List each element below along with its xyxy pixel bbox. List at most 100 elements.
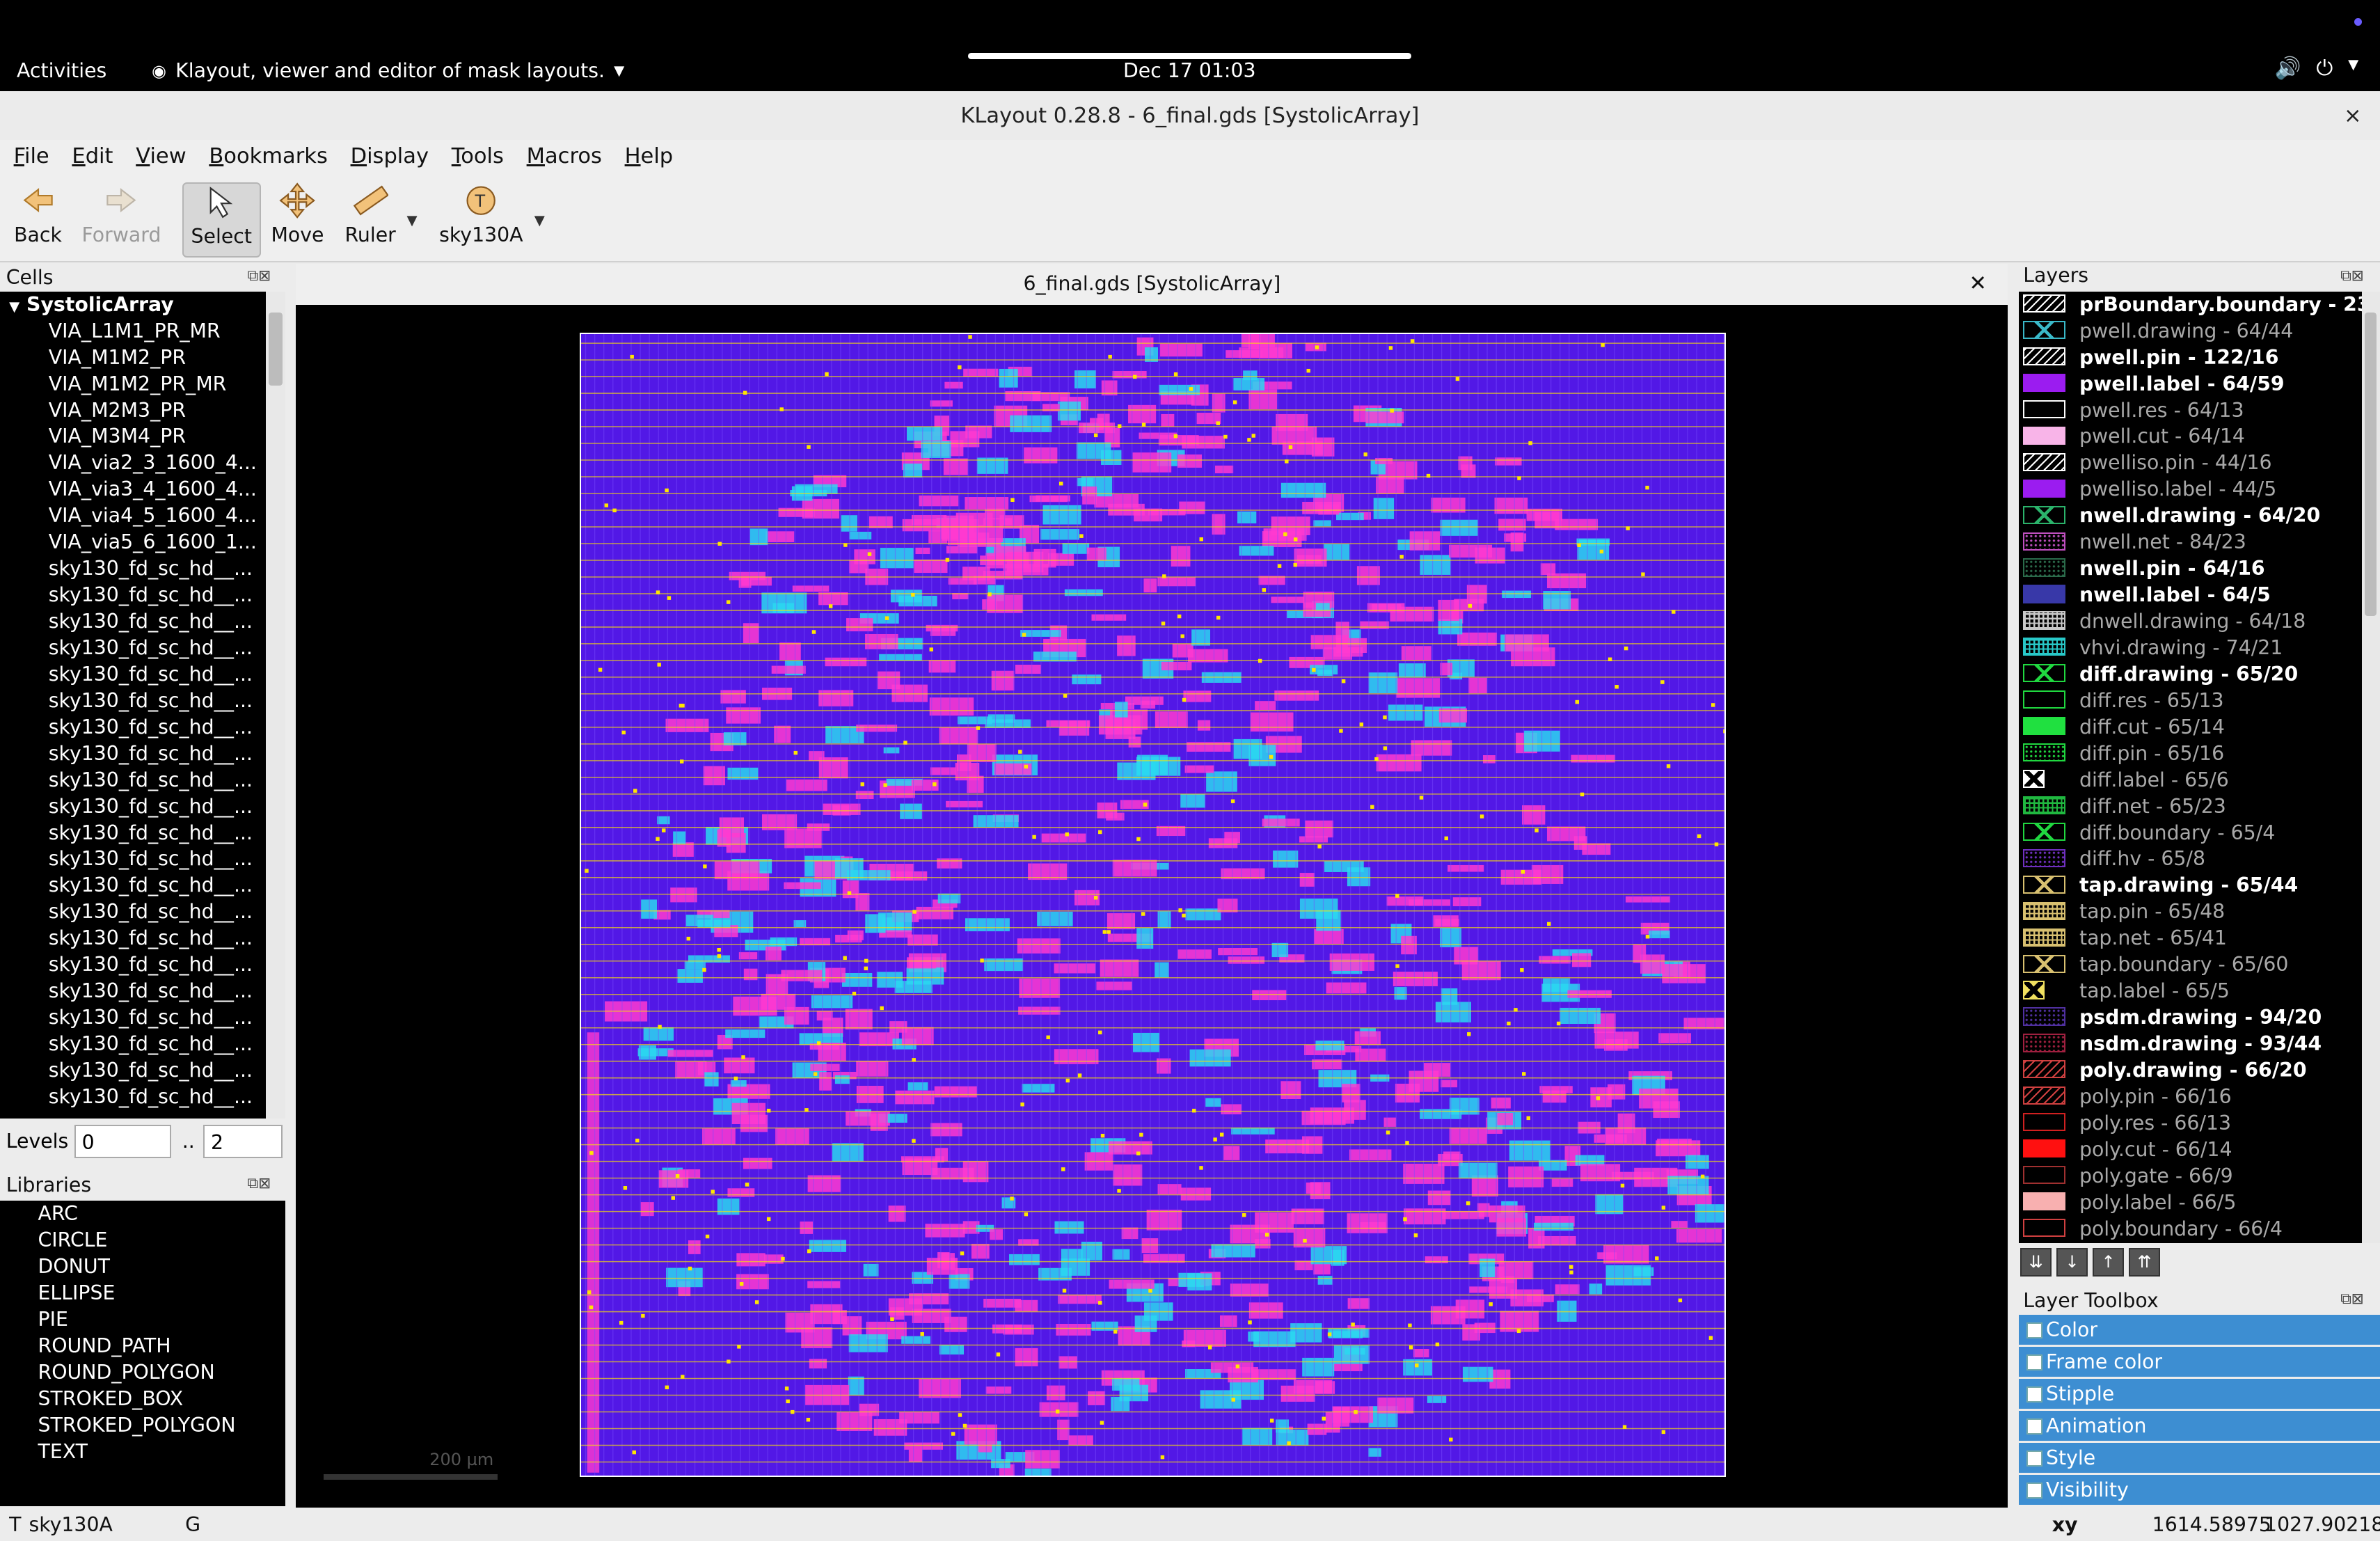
view-tab[interactable]: 6_final.gds [SystolicArray] ✕ bbox=[296, 264, 2008, 306]
back-button[interactable]: Back bbox=[9, 182, 67, 255]
library-item[interactable]: TEXT bbox=[0, 1439, 285, 1465]
layer-row[interactable]: poly.boundary - 66/4 bbox=[2019, 1216, 2380, 1242]
cell-tree-item[interactable]: sky130_fd_sc_hd__... bbox=[0, 820, 285, 846]
move-bottom-icon[interactable]: ⇊ bbox=[2020, 1247, 2052, 1277]
layers-panel-buttons[interactable]: ⧉⊠ bbox=[2340, 267, 2364, 285]
library-item[interactable]: DONUT bbox=[0, 1254, 285, 1280]
cell-tree-item[interactable]: sky130_fd_sc_hd__... bbox=[0, 767, 285, 793]
cell-tree-item[interactable]: VIA_L1M1_PR_MR bbox=[0, 318, 285, 345]
move-down-icon[interactable]: ↓ bbox=[2056, 1247, 2088, 1277]
system-menu[interactable]: 🔊 ⏻ ▼ bbox=[2274, 56, 2358, 81]
clock[interactable]: Dec 17 01:03 bbox=[1123, 59, 1256, 82]
layer-row[interactable]: diff.drawing - 65/20 bbox=[2019, 661, 2380, 688]
library-item[interactable]: ROUND_POLYGON bbox=[0, 1359, 285, 1386]
layer-row[interactable]: tap.net - 65/41 bbox=[2019, 925, 2380, 951]
cells-panel-buttons[interactable]: ⧉⊠ bbox=[248, 267, 271, 285]
layer-toolbox-section[interactable]: Animation bbox=[2018, 1410, 2380, 1441]
cell-tree-item[interactable]: sky130_fd_sc_hd__... bbox=[0, 899, 285, 925]
layer-row[interactable]: pwelliso.pin - 44/16 bbox=[2019, 450, 2380, 476]
menu-bookmarks[interactable]: Bookmarks bbox=[196, 140, 337, 176]
cell-tree-item[interactable]: sky130_fd_sc_hd__... bbox=[0, 1004, 285, 1031]
layer-row[interactable]: poly.res - 66/13 bbox=[2019, 1110, 2380, 1137]
library-item[interactable]: CIRCLE bbox=[0, 1227, 285, 1254]
cell-tree-item[interactable]: sky130_fd_sc_hd__... bbox=[0, 661, 285, 688]
layer-toolbox-buttons[interactable]: ⧉⊠ bbox=[2340, 1290, 2364, 1308]
cell-tree-item[interactable]: sky130_fd_sc_hd__... bbox=[0, 714, 285, 741]
layer-row[interactable]: pwell.cut - 64/14 bbox=[2019, 423, 2380, 450]
cell-tree-item[interactable]: sky130_fd_sc_hd__... bbox=[0, 688, 285, 714]
cell-tree-item[interactable]: VIA_via3_4_1600_4... bbox=[0, 476, 285, 503]
cell-tree-item[interactable]: VIA_via4_5_1600_4... bbox=[0, 503, 285, 529]
activities-button[interactable]: Activities bbox=[17, 59, 106, 82]
ruler-button[interactable]: Ruler bbox=[340, 182, 401, 255]
layer-row[interactable]: pwell.drawing - 64/44 bbox=[2019, 318, 2380, 345]
layer-row[interactable]: tap.label - 65/5 bbox=[2019, 978, 2380, 1004]
cell-tree-item[interactable]: sky130_fd_sc_hd__... bbox=[0, 1057, 285, 1084]
layer-row[interactable]: poly.cut - 66/14 bbox=[2019, 1137, 2380, 1163]
levels-to-input[interactable]: 2 bbox=[203, 1125, 283, 1159]
layer-row[interactable]: tap.pin - 65/48 bbox=[2019, 899, 2380, 925]
cell-tree-item[interactable]: sky130_fd_sc_hd__... bbox=[0, 608, 285, 635]
layer-row[interactable]: poly.gate - 66/9 bbox=[2019, 1163, 2380, 1190]
layer-row[interactable]: pwelliso.label - 44/5 bbox=[2019, 476, 2380, 503]
cell-tree-item[interactable]: sky130_fd_sc_hd__... bbox=[0, 793, 285, 820]
layer-row[interactable]: dnwell.drawing - 64/18 bbox=[2019, 608, 2380, 635]
layer-row[interactable]: diff.cut - 65/14 bbox=[2019, 714, 2380, 741]
library-list[interactable]: ARC CIRCLE DONUT ELLIPSE PIE ROUND_PATH ROUND_… bbox=[0, 1201, 286, 1506]
close-view-icon[interactable]: ✕ bbox=[1969, 264, 1987, 305]
cell-tree-item[interactable]: sky130_fd_sc_hd__... bbox=[0, 951, 285, 978]
cell-tree-item[interactable]: VIA_M1M2_PR bbox=[0, 345, 285, 371]
cell-tree-item[interactable]: VIA_via2_3_1600_4... bbox=[0, 450, 285, 476]
cell-tree-item[interactable]: sky130_fd_sc_hd__... bbox=[0, 1031, 285, 1057]
cell-tree-root[interactable]: ▼ SystolicArray bbox=[0, 292, 285, 318]
menu-help[interactable]: Help bbox=[611, 140, 682, 176]
move-up-icon[interactable]: ↑ bbox=[2092, 1247, 2125, 1277]
layer-row[interactable]: pwell.label - 64/59 bbox=[2019, 371, 2380, 397]
cell-tree-item[interactable]: sky130_fd_sc_hd__... bbox=[0, 872, 285, 899]
select-button[interactable]: Select bbox=[182, 182, 261, 258]
library-item[interactable]: STROKED_BOX bbox=[0, 1386, 285, 1412]
layer-toolbox-section[interactable]: Frame color bbox=[2018, 1346, 2380, 1377]
layer-row[interactable]: tap.drawing - 65/44 bbox=[2019, 872, 2380, 899]
layer-row[interactable]: diff.label - 65/6 bbox=[2019, 767, 2380, 793]
ruler-dropdown-icon[interactable]: ▼ bbox=[407, 212, 418, 228]
layer-row[interactable]: poly.drawing - 66/20 bbox=[2019, 1057, 2380, 1084]
layer-row[interactable]: nwell.drawing - 64/20 bbox=[2019, 503, 2380, 529]
layout-canvas[interactable]: 200 µm bbox=[296, 305, 2008, 1508]
menu-view[interactable]: View bbox=[122, 140, 196, 176]
layer-row[interactable]: nsdm.drawing - 93/44 bbox=[2019, 1031, 2380, 1057]
layer-row[interactable]: diff.boundary - 65/4 bbox=[2019, 820, 2380, 846]
layer-row[interactable]: tap.boundary - 65/60 bbox=[2019, 951, 2380, 978]
layer-row[interactable]: pwell.res - 64/13 bbox=[2019, 397, 2380, 424]
cell-tree-item[interactable]: sky130_fd_sc_hd__... bbox=[0, 635, 285, 661]
cell-tree[interactable]: ▼ SystolicArray VIA_L1M1_PR_MR VIA_M1M2_P… bbox=[0, 291, 286, 1119]
layer-row[interactable]: diff.pin - 65/16 bbox=[2019, 741, 2380, 767]
layer-row[interactable]: diff.net - 65/23 bbox=[2019, 793, 2380, 820]
cell-tree-item[interactable]: sky130_fd_sc_hd__... bbox=[0, 1084, 285, 1110]
library-item[interactable]: STROKED_POLYGON bbox=[0, 1412, 285, 1439]
library-item[interactable]: ELLIPSE bbox=[0, 1280, 285, 1306]
cell-tree-item[interactable]: sky130_fd_sc_hd__... bbox=[0, 978, 285, 1004]
layer-row[interactable]: psdm.drawing - 94/20 bbox=[2019, 1004, 2380, 1031]
menu-display[interactable]: Display bbox=[337, 140, 438, 176]
layer-toolbox-section[interactable]: Color bbox=[2018, 1314, 2380, 1345]
layer-row[interactable]: diff.res - 65/13 bbox=[2019, 688, 2380, 714]
levels-from-input[interactable]: 0 bbox=[74, 1125, 172, 1159]
close-icon[interactable]: × bbox=[2344, 91, 2362, 141]
cell-tree-item[interactable]: VIA_M1M2_PR_MR bbox=[0, 371, 285, 397]
cell-tree-item[interactable]: sky130_fd_sc_hd__... bbox=[0, 741, 285, 767]
cell-tree-item[interactable]: sky130_fd_sc_hd__... bbox=[0, 555, 285, 582]
layer-row[interactable]: nwell.net - 84/23 bbox=[2019, 529, 2380, 555]
layer-row[interactable]: nwell.label - 64/5 bbox=[2019, 582, 2380, 608]
layer-row[interactable]: poly.pin - 66/16 bbox=[2019, 1084, 2380, 1110]
cell-tree-item[interactable]: sky130_fd_sc_hd__... bbox=[0, 925, 285, 951]
menu-tools[interactable]: Tools bbox=[438, 140, 513, 176]
app-menu[interactable]: ◉ Klayout, viewer and editor of mask lay… bbox=[152, 59, 624, 82]
move-button[interactable]: Move bbox=[267, 182, 328, 255]
menu-edit[interactable]: Edit bbox=[58, 140, 122, 176]
layer-toolbox-section[interactable]: Visibility bbox=[2018, 1474, 2380, 1506]
layer-row[interactable]: prBoundary.boundary - 235... bbox=[2019, 292, 2380, 318]
layer-row[interactable]: poly.label - 66/5 bbox=[2019, 1190, 2380, 1216]
chip-layout[interactable] bbox=[580, 332, 1726, 1478]
layer-list[interactable]: prBoundary.boundary - 235... pwell.drawin… bbox=[2018, 291, 2380, 1244]
